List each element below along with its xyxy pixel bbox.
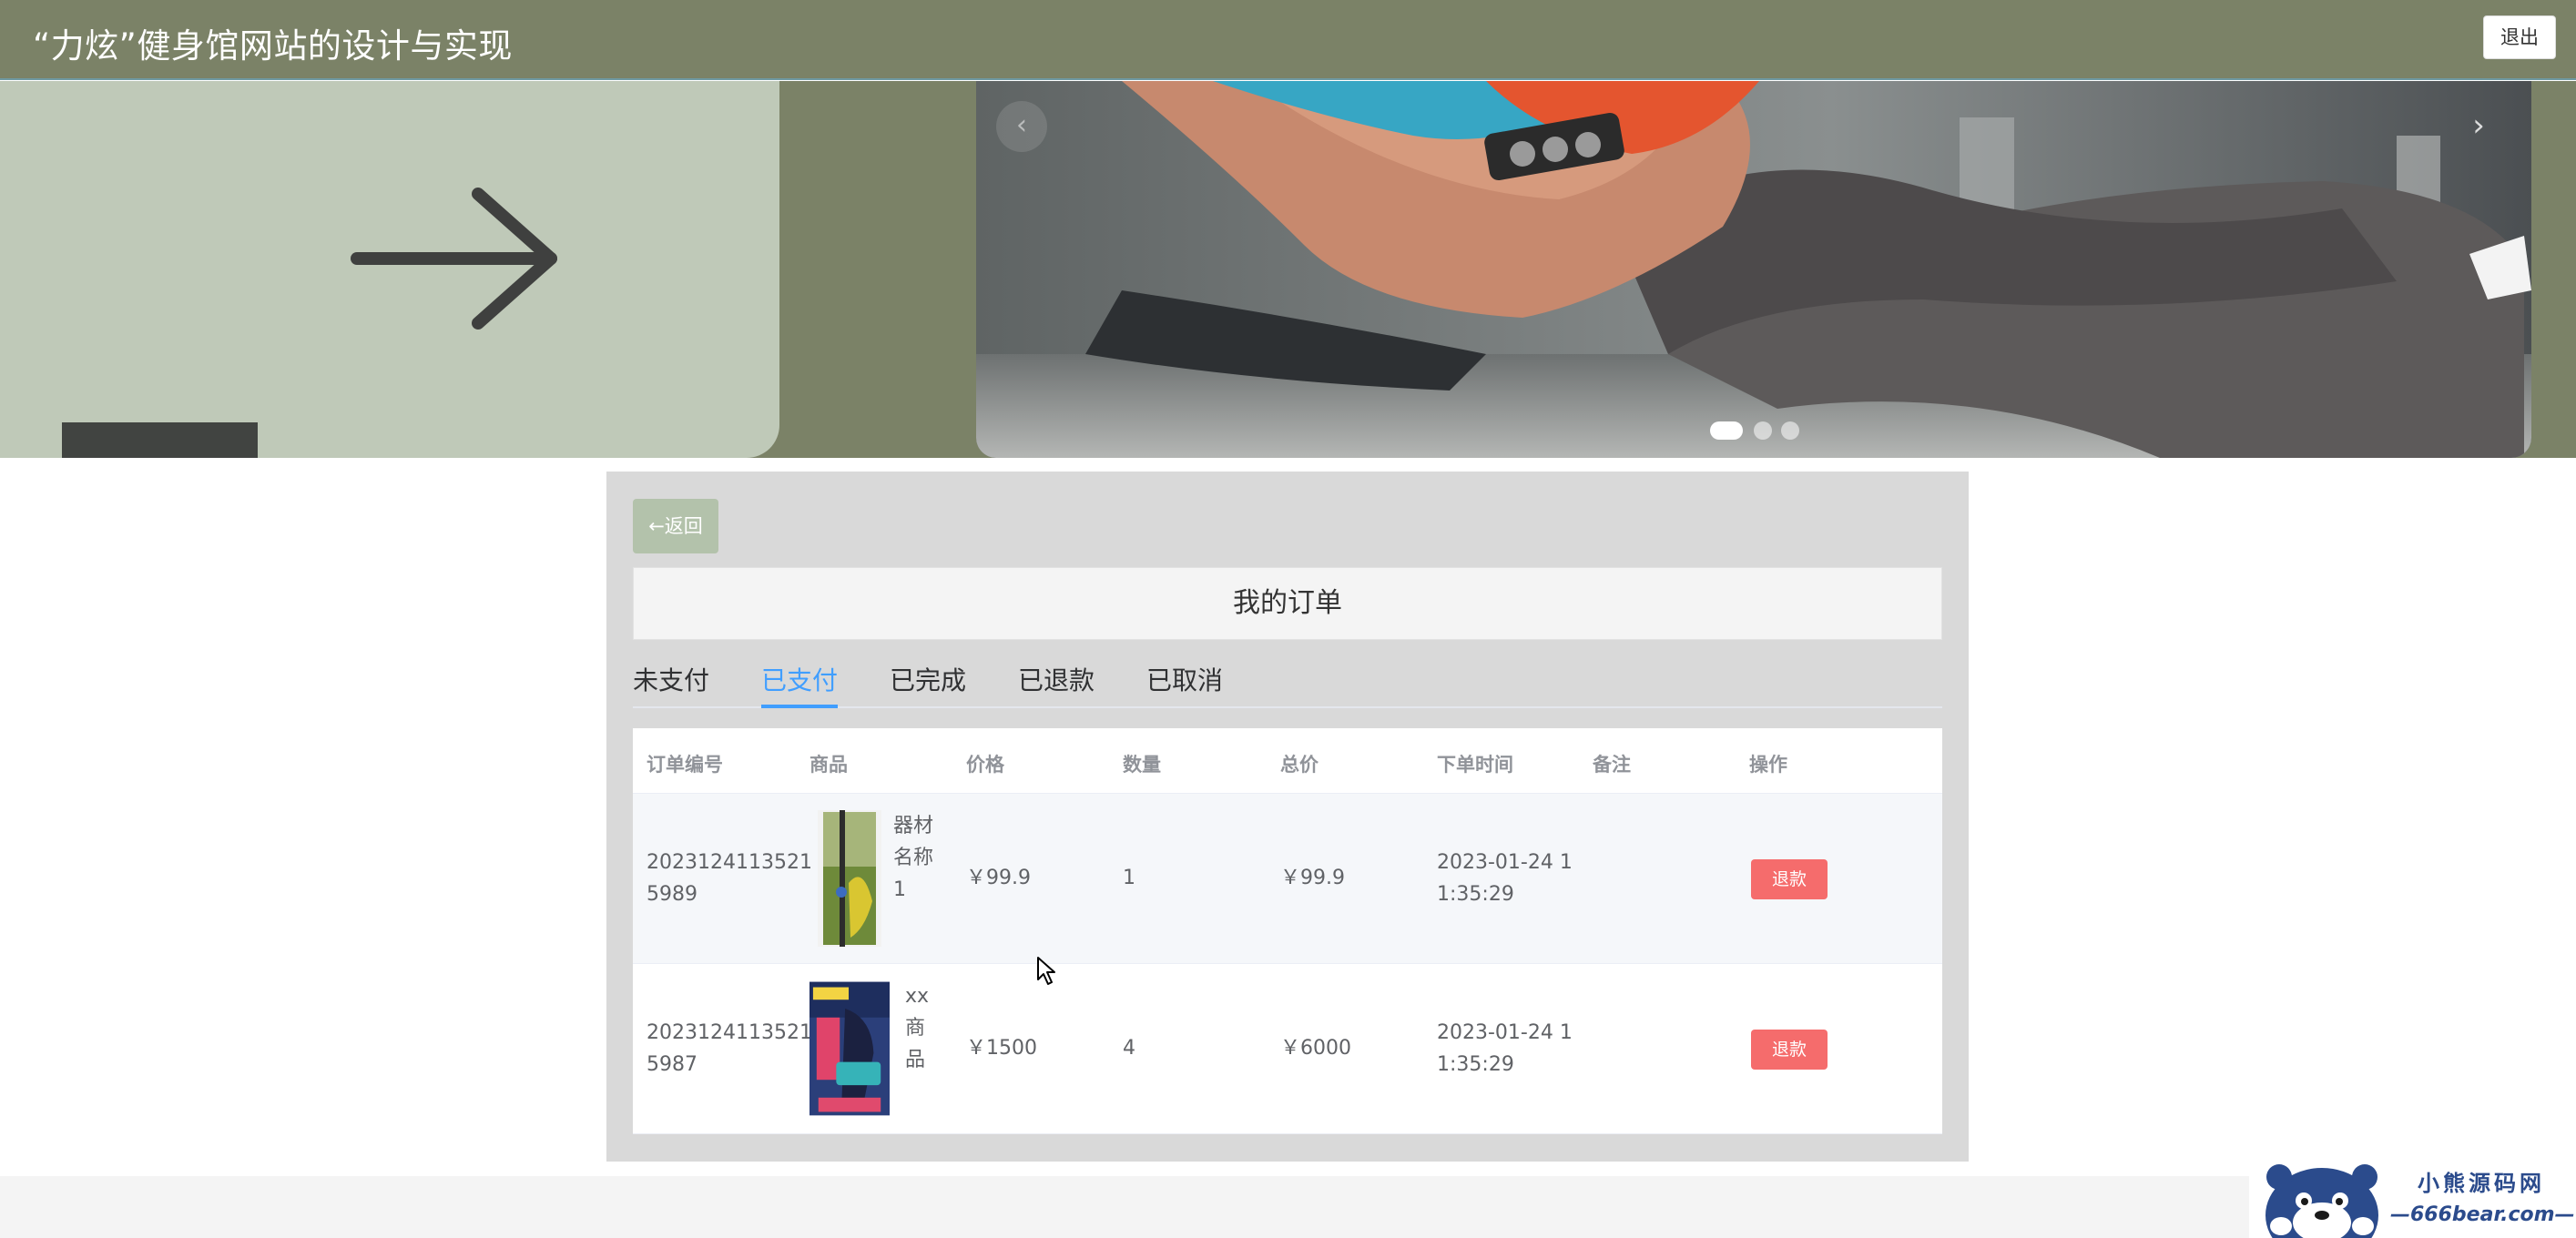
table-row[interactable]: 2023124113521 5989 器材 名称 1 ￥99.9 1 ￥99.9… (633, 794, 1942, 964)
order-time: 2023-01-24 1 1:35:29 (1437, 851, 1573, 906)
price: ￥1500 (966, 1037, 1037, 1060)
order-status-tabs: 未支付 已支付 已完成 已退款 已取消 (633, 661, 1942, 708)
carousel-slide-image (976, 81, 2531, 458)
site-title: “力炫”健身馆网站的设计与实现 (33, 26, 513, 66)
bear-logo-icon (2265, 1164, 2378, 1238)
banner: ‹ › (0, 81, 2576, 458)
logout-button[interactable]: 退出 (2483, 15, 2556, 59)
column-header: 下单时间 (1437, 754, 1513, 776)
quantity: 4 (1123, 1037, 1135, 1060)
product-name[interactable]: xx 商 品 (905, 980, 929, 1076)
footer (0, 1176, 2576, 1238)
watermark-url: —666bear.com— (2390, 1203, 2575, 1226)
order-time: 2023-01-24 1 1:35:29 (1437, 1021, 1573, 1076)
tab-cancelled[interactable]: 已取消 (1146, 661, 1223, 708)
column-header: 备注 (1593, 754, 1631, 776)
price: ￥99.9 (966, 867, 1031, 889)
product-name[interactable]: 器材 名称 1 (893, 810, 933, 906)
column-header: 商品 (809, 754, 848, 776)
carousel-dot-1[interactable] (1710, 421, 1743, 440)
mouse-cursor-icon (1037, 957, 1055, 985)
carousel-prev-button[interactable]: ‹ (996, 101, 1047, 152)
table-header: 订单编号 商品 价格 数量 总价 下单时间 备注 操作 (633, 728, 1942, 794)
side-card-tab (62, 422, 258, 458)
carousel-dot-2[interactable] (1754, 421, 1772, 440)
refund-button[interactable]: 退款 (1751, 859, 1828, 899)
tab-unpaid[interactable]: 未支付 (633, 661, 709, 708)
tab-paid[interactable]: 已支付 (761, 661, 839, 708)
column-header: 数量 (1123, 754, 1161, 776)
back-button[interactable]: ←返回 (633, 499, 718, 553)
tab-completed[interactable]: 已完成 (890, 661, 966, 708)
orders-table: 订单编号 商品 价格 数量 总价 下单时间 备注 操作 202312411352… (633, 728, 1942, 1134)
total-price: ￥6000 (1280, 1037, 1351, 1060)
column-header: 操作 (1749, 754, 1787, 776)
arrow-right-icon (351, 188, 557, 330)
column-header: 总价 (1280, 754, 1319, 776)
side-arrow-card[interactable] (0, 81, 779, 458)
table-row[interactable]: 2023124113521 5987 xx 商 品 ￥1500 4 ￥6000 (633, 964, 1942, 1134)
carousel-dot-3[interactable] (1781, 421, 1799, 440)
page-title: 我的订单 (633, 567, 1942, 640)
carousel-next-button[interactable]: › (2453, 101, 2504, 152)
column-header: 订单编号 (647, 754, 723, 776)
order-id: 2023124113521 5989 (647, 851, 812, 906)
order-id: 2023124113521 5987 (647, 1021, 812, 1076)
orders-panel: ←返回 我的订单 未支付 已支付 已完成 已退款 已取消 订单编号 商品 价格 … (606, 472, 1969, 1162)
column-header: 价格 (966, 754, 1004, 776)
refund-button[interactable]: 退款 (1751, 1030, 1828, 1070)
tab-refunded[interactable]: 已退款 (1018, 661, 1095, 708)
total-price: ￥99.9 (1280, 867, 1345, 889)
top-bar: “力炫”健身馆网站的设计与实现 退出 (0, 0, 2576, 80)
product-image[interactable] (809, 810, 890, 947)
quantity: 1 (1123, 867, 1135, 889)
carousel[interactable]: ‹ › (976, 81, 2531, 458)
product-image[interactable] (809, 980, 890, 1117)
watermark-text: 小熊源码网 (2418, 1171, 2545, 1196)
